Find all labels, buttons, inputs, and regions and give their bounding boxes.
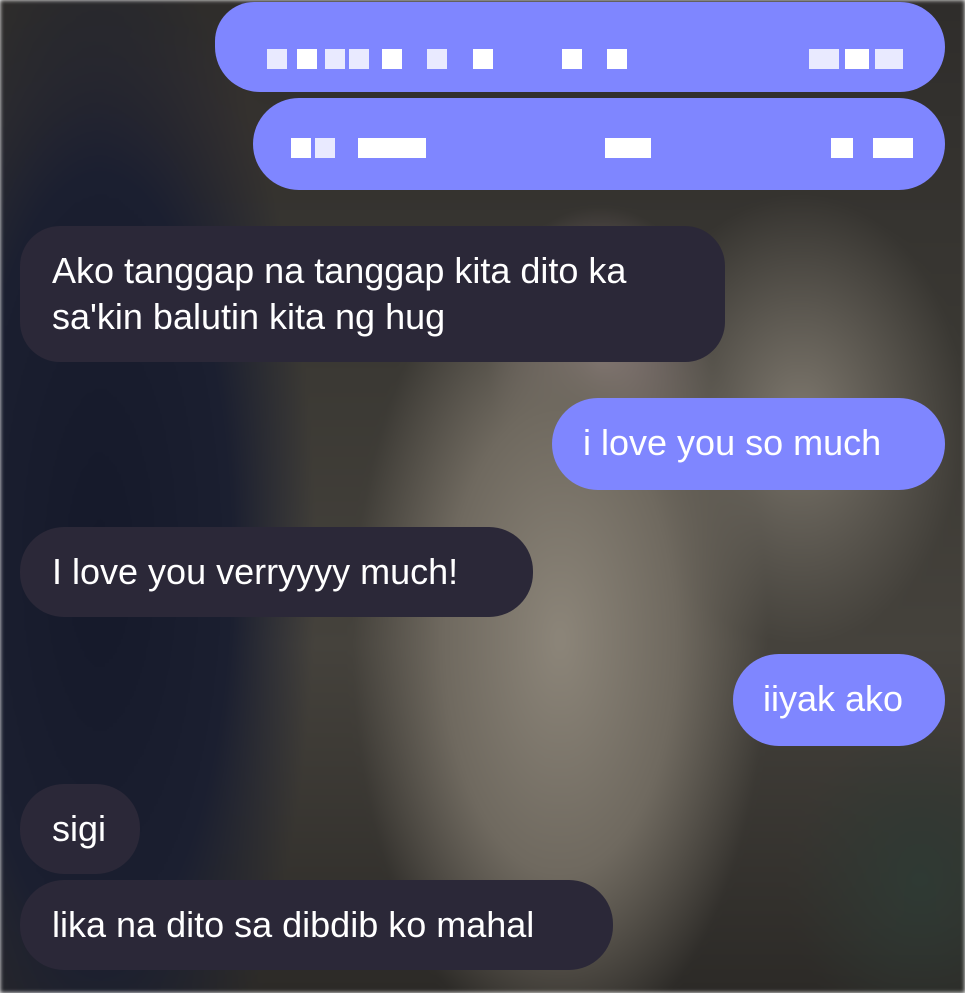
- message-text: iiyak ako: [763, 678, 904, 719]
- sent-message-redacted-2[interactable]: [253, 98, 945, 190]
- redaction-block: [297, 49, 317, 69]
- message-text: i love you so much: [583, 422, 882, 463]
- redaction-block: [382, 49, 402, 69]
- message-text: sigi: [52, 808, 107, 849]
- redaction-block: [831, 138, 853, 158]
- redaction-block: [875, 49, 903, 69]
- received-message[interactable]: Ako tanggap na tanggap kita dito ka sa'k…: [20, 226, 725, 362]
- redaction-block: [873, 138, 913, 158]
- redaction-block: [562, 49, 582, 69]
- message-text: lika na dito sa dibdib ko mahal: [52, 904, 535, 945]
- redaction-block: [427, 49, 447, 69]
- redaction-block: [845, 49, 869, 69]
- redaction-block: [473, 49, 493, 69]
- sent-message[interactable]: iiyak ako: [733, 654, 945, 746]
- redaction-block: [315, 138, 335, 158]
- redaction-block: [325, 49, 345, 69]
- sent-message[interactable]: i love you so much: [552, 398, 945, 490]
- redaction-block: [349, 49, 369, 69]
- redaction-block: [358, 138, 426, 158]
- message-text: I love you verryyyy much!: [52, 551, 459, 592]
- redaction-block: [607, 49, 627, 69]
- redaction-block: [291, 138, 311, 158]
- sent-message-redacted-1[interactable]: [215, 2, 945, 92]
- message-text: Ako tanggap na tanggap kita dito ka sa'k…: [52, 250, 627, 337]
- received-message[interactable]: sigi: [20, 784, 140, 874]
- redaction-block: [605, 138, 651, 158]
- redaction-block: [809, 49, 839, 69]
- received-message[interactable]: I love you verryyyy much!: [20, 527, 533, 617]
- redaction-block: [267, 49, 287, 69]
- received-message[interactable]: lika na dito sa dibdib ko mahal: [20, 880, 613, 970]
